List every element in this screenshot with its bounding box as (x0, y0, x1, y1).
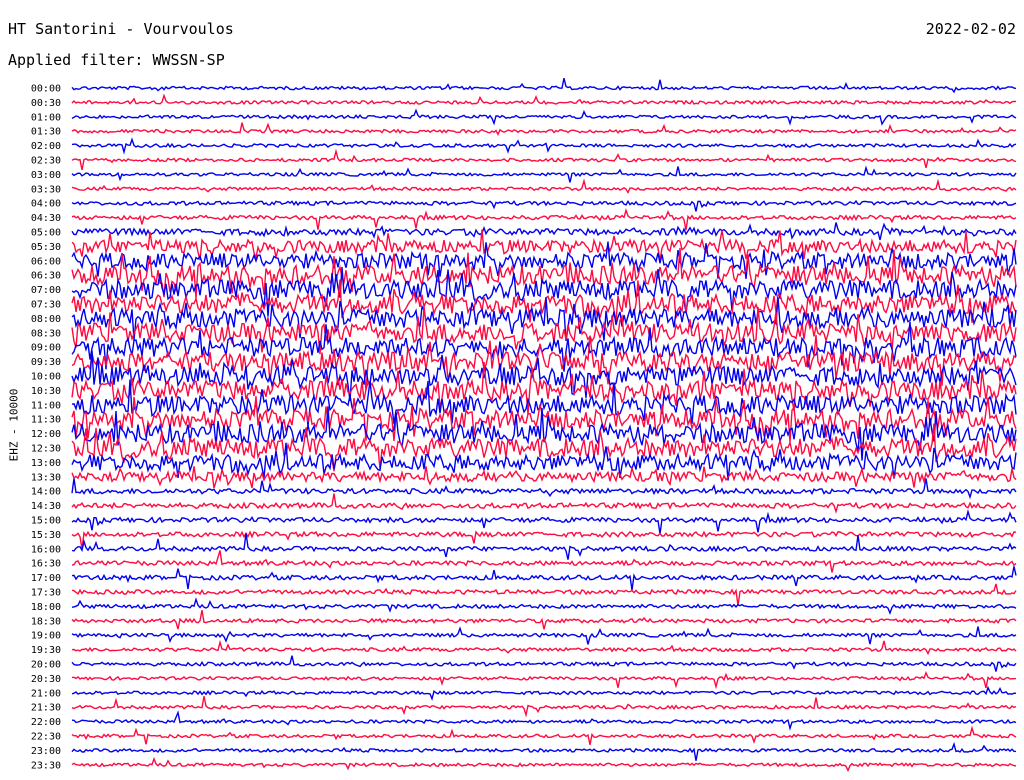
time-tick-label: 02:30 (31, 156, 61, 167)
time-tick-label: 06:00 (31, 256, 61, 267)
time-tick-label: 04:00 (31, 199, 61, 210)
trace-line (71, 137, 1017, 155)
time-tick-label: 14:00 (31, 487, 61, 498)
trace-line (71, 609, 1017, 630)
trace-line (71, 583, 1017, 606)
trace-line (71, 741, 1017, 761)
trace-line (71, 696, 1017, 718)
time-tick-label: 12:00 (31, 429, 61, 440)
trace-line (71, 379, 1017, 427)
time-tick-label: 17:00 (31, 573, 61, 584)
time-tick-label: 21:00 (31, 688, 61, 699)
trace-line (71, 108, 1017, 126)
trace-line (71, 178, 1017, 195)
time-tick-label: 02:00 (31, 141, 61, 152)
trace-line (71, 725, 1017, 746)
time-tick-label: 13:30 (31, 472, 61, 483)
time-tick-label: 19:00 (31, 631, 61, 642)
time-tick-label: 07:30 (31, 300, 61, 311)
time-tick-label: 08:30 (31, 328, 61, 339)
trace-line (71, 122, 1017, 137)
trace-line (71, 165, 1017, 183)
trace-line (71, 207, 1017, 231)
trace-line (71, 508, 1017, 535)
trace-line (71, 530, 1017, 549)
trace-line (71, 655, 1017, 672)
time-tick-label: 07:00 (31, 285, 61, 296)
trace-line (71, 597, 1017, 616)
trace-line (71, 710, 1017, 731)
time-tick-label: 00:00 (31, 84, 61, 95)
trace-line (71, 93, 1017, 106)
time-tick-label: 11:30 (31, 415, 61, 426)
time-tick-label: 09:00 (31, 343, 61, 354)
trace-line (71, 550, 1017, 573)
time-tick-label: 01:00 (31, 112, 61, 123)
trace-line (71, 148, 1017, 171)
trace-line (71, 493, 1017, 514)
trace-line (71, 533, 1017, 560)
helicorder-plot: 00:00 00:30 01:00 01:30 02:00 02:30 03:00 03:30… (31, 78, 1017, 773)
trace-line (71, 322, 1017, 372)
trace-line (71, 670, 1017, 690)
time-tick-label: 11:00 (31, 400, 61, 411)
trace-line (71, 78, 1017, 94)
time-tick-label: 23:30 (31, 760, 61, 771)
time-tick-label: 20:00 (31, 660, 61, 671)
trace-line (71, 756, 1017, 773)
time-tick-label: 09:30 (31, 357, 61, 368)
time-tick-label: 05:00 (31, 228, 61, 239)
time-tick-label: 03:00 (31, 170, 61, 181)
time-tick-label: 06:30 (31, 271, 61, 282)
trace-line (71, 222, 1017, 241)
time-tick-labels: 00:00 00:30 01:00 01:30 02:00 02:30 03:00 03:30… (31, 84, 61, 772)
trace-group (71, 78, 1017, 773)
time-tick-label: 17:30 (31, 588, 61, 599)
time-tick-label: 23:00 (31, 746, 61, 757)
time-tick-label: 18:30 (31, 616, 61, 627)
time-tick-label: 00:30 (31, 98, 61, 109)
time-tick-label: 10:30 (31, 386, 61, 397)
time-tick-label: 05:30 (31, 242, 61, 253)
time-tick-label: 14:30 (31, 501, 61, 512)
trace-line (71, 566, 1017, 591)
trace-line (71, 685, 1017, 702)
time-tick-label: 21:30 (31, 703, 61, 714)
time-tick-label: 13:00 (31, 458, 61, 469)
time-tick-label: 12:30 (31, 444, 61, 455)
time-tick-label: 20:30 (31, 674, 61, 685)
time-tick-label: 04:30 (31, 213, 61, 224)
trace-line (71, 639, 1017, 656)
time-tick-label: 19:30 (31, 645, 61, 656)
time-tick-label: 16:00 (31, 544, 61, 555)
time-tick-label: 03:30 (31, 184, 61, 195)
time-tick-label: 08:00 (31, 314, 61, 325)
time-tick-label: 01:30 (31, 127, 61, 138)
time-tick-label: 18:00 (31, 602, 61, 613)
time-tick-label: 22:00 (31, 717, 61, 728)
time-tick-label: 10:00 (31, 372, 61, 383)
trace-line (71, 199, 1017, 212)
time-tick-label: 15:00 (31, 516, 61, 527)
time-tick-label: 16:30 (31, 559, 61, 570)
time-tick-label: 15:30 (31, 530, 61, 541)
time-tick-label: 22:30 (31, 732, 61, 743)
